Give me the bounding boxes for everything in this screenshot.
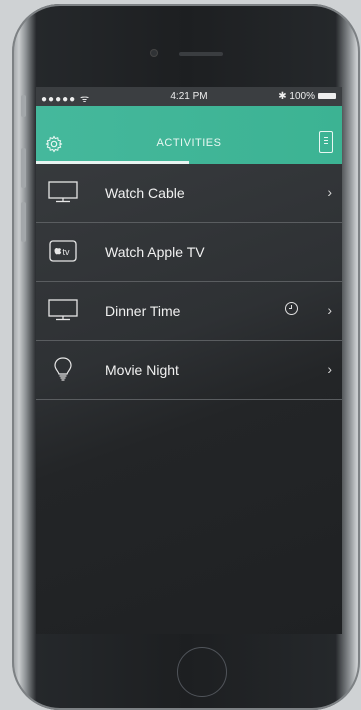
chevron-right-icon: › (327, 302, 332, 318)
battery-icon (318, 93, 336, 100)
svg-text:tv: tv (63, 247, 71, 257)
tv-icon (48, 299, 78, 321)
screen: ●●●●● ᯤ 4:21 PM ✱ 100% ACTIVITIES Watch … (36, 87, 342, 634)
activity-dinner-time[interactable]: Dinner Time › (36, 282, 342, 341)
battery-indicator: ✱ 100% (278, 91, 336, 102)
activity-label: Watch Cable (105, 185, 185, 201)
activity-watch-apple-tv[interactable]: tv Watch Apple TV (36, 223, 342, 282)
volume-down-button (21, 202, 26, 242)
tv-icon (48, 181, 78, 203)
activity-watch-cable[interactable]: Watch Cable › (36, 164, 342, 223)
page-title[interactable]: ACTIVITIES (36, 137, 342, 149)
home-button[interactable] (177, 647, 227, 697)
lightbulb-icon (54, 357, 72, 381)
battery-percent: 100% (289, 91, 315, 102)
chevron-right-icon: › (327, 184, 332, 200)
activity-label: Movie Night (105, 362, 179, 378)
front-camera (150, 49, 158, 57)
mute-switch (21, 95, 26, 117)
apple-tv-icon: tv (49, 240, 77, 262)
volume-up-button (21, 148, 26, 188)
activity-movie-night[interactable]: Movie Night › (36, 341, 342, 400)
earpiece-speaker (179, 52, 223, 56)
remote-icon[interactable] (319, 131, 333, 153)
timer-icon[interactable] (285, 302, 298, 315)
app-header: ACTIVITIES (36, 106, 342, 164)
chevron-right-icon: › (327, 361, 332, 377)
bluetooth-icon: ✱ (278, 91, 290, 102)
activity-label: Watch Apple TV (105, 244, 205, 260)
activity-label: Dinner Time (105, 303, 181, 319)
status-bar: ●●●●● ᯤ 4:21 PM ✱ 100% (36, 87, 342, 106)
